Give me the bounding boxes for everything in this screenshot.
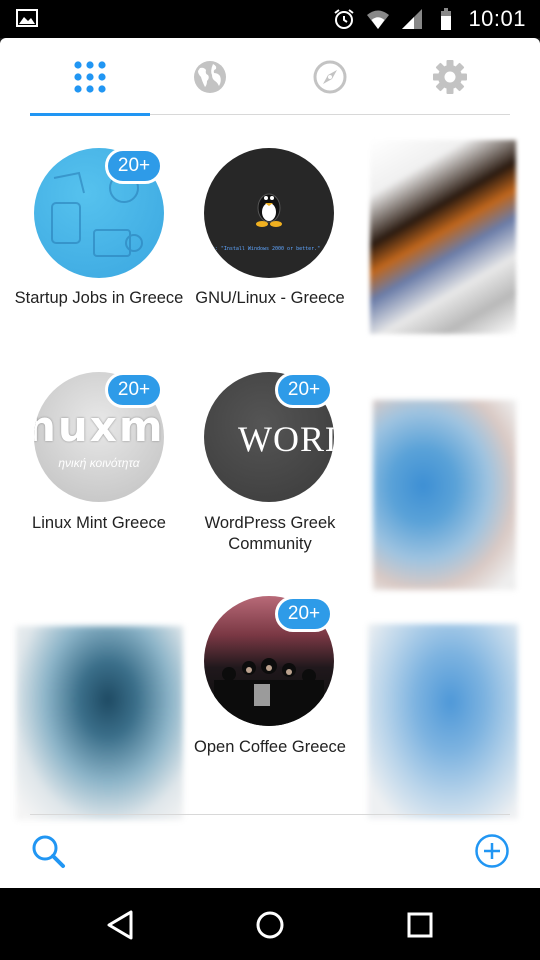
community-grid: 20+ Startup Jobs in Greece ice: "Install… [0, 138, 540, 820]
globe-icon [194, 61, 226, 93]
community-name: Linux Mint Greece [32, 514, 166, 532]
member-count-badge: 20+ [105, 148, 163, 184]
community-avatar: ice: "Install Windows 2000 or better." -… [204, 148, 334, 278]
signal-icon [402, 9, 423, 29]
tab-bar [30, 38, 510, 116]
search-icon[interactable] [30, 833, 66, 869]
tab-communities[interactable] [30, 38, 150, 116]
avatar-wordmark: WORD [238, 419, 334, 459]
compass-icon [313, 60, 347, 94]
community-name: WordPress Greek Community [204, 514, 336, 553]
grid-icon [74, 61, 106, 93]
member-count-badge: 20+ [275, 596, 333, 632]
community-tile[interactable]: nuxmin ηνική κοινότητα 20+ Linux Mint Gr… [14, 360, 184, 560]
bottom-divider [30, 814, 510, 815]
avatar-caption: ice: "Install Windows 2000 or better." -… [205, 246, 333, 252]
tab-settings[interactable] [390, 38, 510, 116]
gear-icon [433, 60, 467, 94]
wifi-icon [367, 10, 390, 29]
recents-icon[interactable] [403, 908, 437, 942]
community-tile[interactable]: 20+ Startup Jobs in Greece [14, 138, 184, 338]
blurred-community-image[interactable] [16, 626, 183, 820]
blurred-community-image[interactable] [368, 624, 518, 819]
tab-explore[interactable] [150, 38, 270, 116]
alarm-icon [334, 9, 355, 29]
community-name: GNU/Linux - Greece [195, 289, 345, 307]
avatar-wordmark: nuxmin [34, 402, 164, 451]
tab-discover[interactable] [270, 38, 390, 116]
blurred-community-image[interactable] [373, 400, 516, 590]
community-tile[interactable]: ice: "Install Windows 2000 or better." -… [185, 138, 355, 338]
navigation-bar [0, 888, 540, 960]
back-icon[interactable] [103, 908, 137, 942]
member-count-badge: 20+ [105, 372, 163, 408]
blurred-community-image[interactable] [370, 140, 516, 334]
status-bar: 10:01 [0, 0, 540, 38]
add-circle-icon[interactable] [474, 833, 510, 869]
tux-penguin-icon [256, 193, 282, 227]
battery-icon [441, 8, 452, 30]
community-tile[interactable]: WORD 20+ WordPress Greek Community [185, 360, 355, 560]
clock: 10:01 [468, 6, 526, 31]
community-name: Open Coffee Greece [194, 738, 346, 756]
community-tile[interactable]: 20+ Open Coffee Greece [185, 584, 355, 814]
home-icon[interactable] [253, 908, 287, 942]
image-notification-icon [16, 9, 38, 27]
active-tab-indicator [30, 113, 150, 116]
community-name: Startup Jobs in Greece [14, 289, 184, 307]
member-count-badge: 20+ [275, 372, 333, 408]
app-panel: 20+ Startup Jobs in Greece ice: "Install… [0, 38, 540, 888]
avatar-subtext: ηνική κοινότητα [58, 456, 140, 470]
